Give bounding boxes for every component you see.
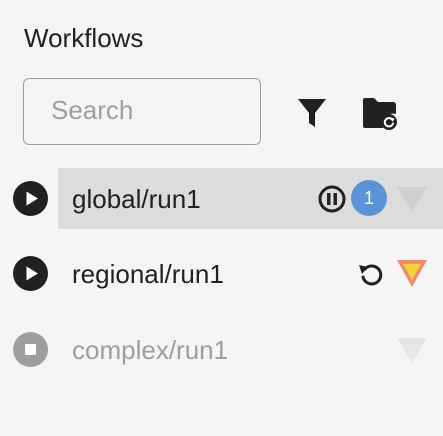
pause-button[interactable]: [317, 184, 347, 214]
workflow-state-indicator[interactable]: [395, 184, 429, 214]
workflow-name: complex/run1: [72, 335, 229, 365]
folder-refresh-icon: [363, 98, 397, 130]
workflows-panel: Workflows global/run1 1: [0, 0, 443, 436]
workflow-row[interactable]: complex/run1: [0, 319, 443, 380]
reload-icon: [359, 264, 383, 286]
play-icon[interactable]: [13, 256, 48, 291]
search-input[interactable]: [51, 95, 251, 126]
workflow-name: global/run1: [72, 184, 201, 214]
workflow-state-indicator[interactable]: [395, 335, 429, 365]
workflow-row[interactable]: global/run1 1: [0, 168, 443, 229]
play-icon[interactable]: [13, 181, 48, 216]
pause-circle-icon: [318, 185, 346, 213]
workflow-state-indicator[interactable]: [395, 257, 429, 289]
filter-icon: [298, 99, 326, 127]
triangle-down-icon: [397, 187, 427, 212]
notification-badge: 1: [351, 180, 387, 216]
workflow-name: regional/run1: [72, 259, 224, 289]
panel-title: Workflows: [24, 23, 144, 53]
workflow-row[interactable]: regional/run1: [0, 243, 443, 304]
filter-button[interactable]: [292, 93, 332, 133]
triangle-down-icon: [397, 260, 427, 287]
search-field[interactable]: [23, 78, 261, 145]
reload-button[interactable]: [355, 259, 387, 289]
triangle-down-icon: [397, 338, 427, 363]
refresh-folder-button[interactable]: [360, 93, 400, 133]
stop-icon[interactable]: [13, 332, 48, 367]
